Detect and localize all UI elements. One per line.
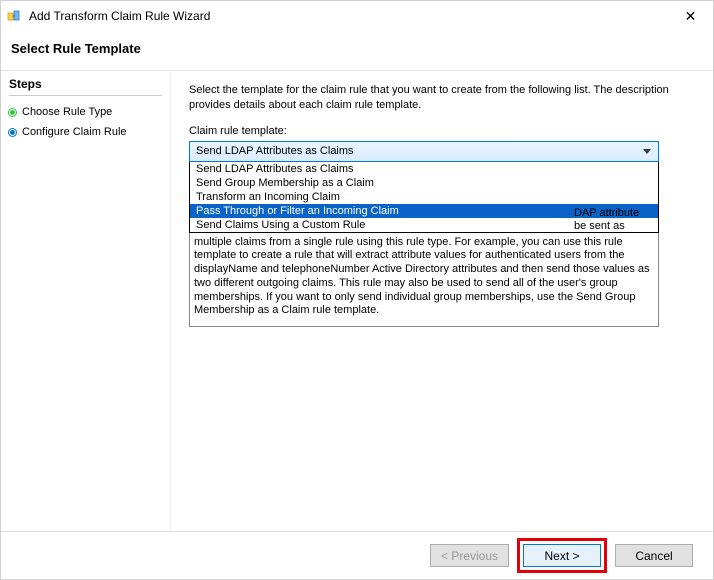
step-choose-rule-type[interactable]: Choose Rule Type [9,102,162,122]
desc-fragment: DAP attribute be sent as [574,207,654,235]
combo-label: Claim rule template: [189,125,695,137]
cancel-button[interactable]: Cancel [615,544,693,567]
step-label: Choose Rule Type [22,106,112,118]
close-button[interactable]: ✕ [668,1,713,31]
dropdown-option[interactable]: Send Group Membership as a Claim [190,176,658,190]
steps-heading: Steps [9,77,162,96]
close-icon: ✕ [685,8,697,25]
step-configure-claim-rule[interactable]: Configure Claim Rule [9,122,162,142]
claim-rule-template-combo[interactable]: Send LDAP Attributes as Claims [189,141,659,162]
instruction-text: Select the template for the claim rule t… [189,83,695,113]
page-heading: Select Rule Template [1,31,713,70]
step-label: Configure Claim Rule [22,126,127,138]
rule-template-description: DAP attribute be sent as multiple claims… [189,233,659,328]
next-button[interactable]: Next > [523,544,601,567]
chevron-down-icon [639,143,654,160]
previous-button: < Previous [430,544,509,567]
content-area: Steps Choose Rule Type Configure Claim R… [1,70,713,532]
next-button-highlight: Next > [517,538,607,573]
wizard-icon [7,8,23,24]
step-bullet-icon [9,109,16,116]
window-title: Add Transform Claim Rule Wizard [29,9,210,23]
wizard-button-row: < Previous Next > Cancel [1,531,713,579]
main-panel: Select the template for the claim rule t… [171,71,713,532]
combo-selected-value: Send LDAP Attributes as Claims [196,145,354,157]
step-bullet-icon [9,129,16,136]
steps-sidebar: Steps Choose Rule Type Configure Claim R… [1,71,171,532]
title-bar: Add Transform Claim Rule Wizard ✕ [1,1,713,31]
desc-body: multiple claims from a single rule using… [194,236,650,317]
dropdown-option[interactable]: Send LDAP Attributes as Claims [190,162,658,176]
dropdown-option[interactable]: Transform an Incoming Claim [190,190,658,204]
